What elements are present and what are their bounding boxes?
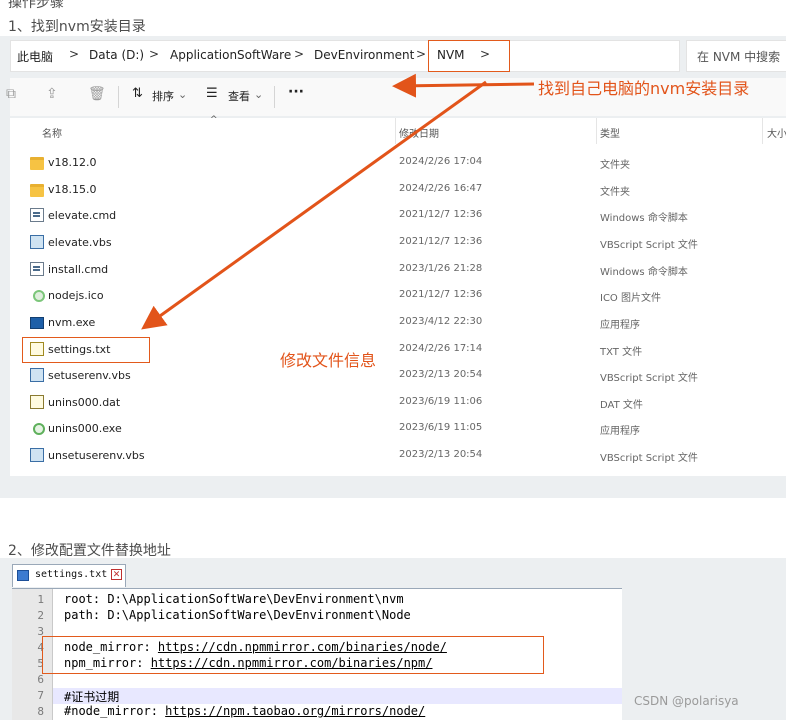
line-number: 6 [37, 673, 44, 686]
line-number: 7 [37, 689, 44, 702]
line-number: 1 [37, 593, 44, 606]
tab-label: settings.txt [35, 569, 108, 580]
code-line: #证书过期 [64, 690, 120, 704]
code-line: #node_mirror: https://npm.taobao.org/mir… [64, 704, 425, 718]
line-number: 8 [37, 705, 44, 718]
code-line: root: D:\ApplicationSoftWare\DevEnvironm… [64, 592, 404, 606]
watermark: CSDN @polarisya [634, 694, 739, 708]
code-line: path: D:\ApplicationSoftWare\DevEnvironm… [64, 608, 411, 622]
line-number: 4 [37, 641, 44, 654]
line-number: 2 [37, 609, 44, 622]
tab-settings-txt[interactable]: settings.txt ✕ [12, 564, 126, 587]
arrow-to-settings [141, 80, 487, 330]
code-key: #node_mirror: [64, 704, 166, 718]
line-number: 3 [37, 625, 44, 638]
step2-title: 2、修改配置文件替换地址 [8, 543, 171, 559]
code-url[interactable]: https://npm.taobao.org/mirrors/node/ [165, 704, 425, 718]
close-icon[interactable]: ✕ [111, 569, 122, 580]
arrow-to-breadcrumb [392, 73, 535, 98]
line-number: 5 [37, 657, 44, 670]
current-line-highlight [53, 688, 622, 704]
save-icon [17, 570, 29, 581]
highlight-mirror-lines [42, 636, 544, 674]
